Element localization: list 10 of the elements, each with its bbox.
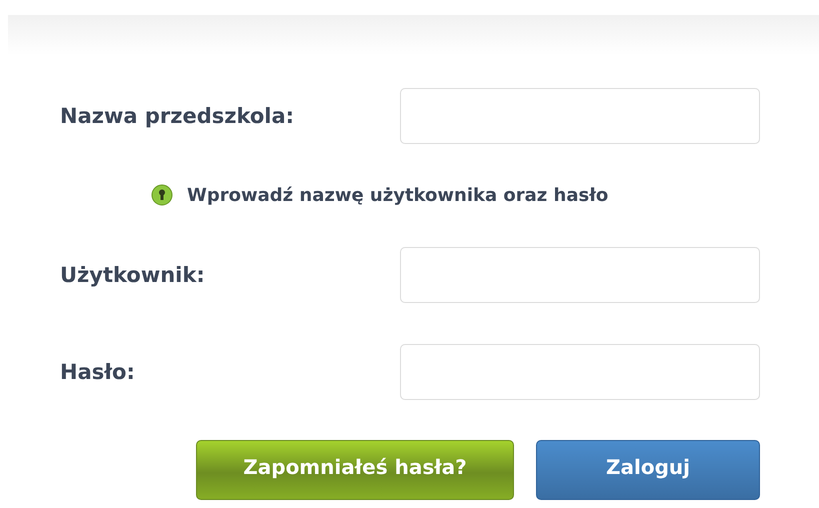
info-message: Wprowadź nazwę użytkownika oraz hasło [187,184,608,206]
input-field[interactable] [400,247,760,303]
input-field[interactable] [400,344,760,400]
forgot-password-button[interactable]: Zapomniałeś hasła? [196,440,514,500]
field-label: Użytkownik: [60,263,206,287]
input-field[interactable] [400,88,760,144]
field-label: Nazwa przedszkola: [60,104,296,128]
keyhole-icon [151,184,173,206]
field-label: Hasło: [60,360,136,384]
login-button[interactable]: Zaloguj [536,440,760,500]
